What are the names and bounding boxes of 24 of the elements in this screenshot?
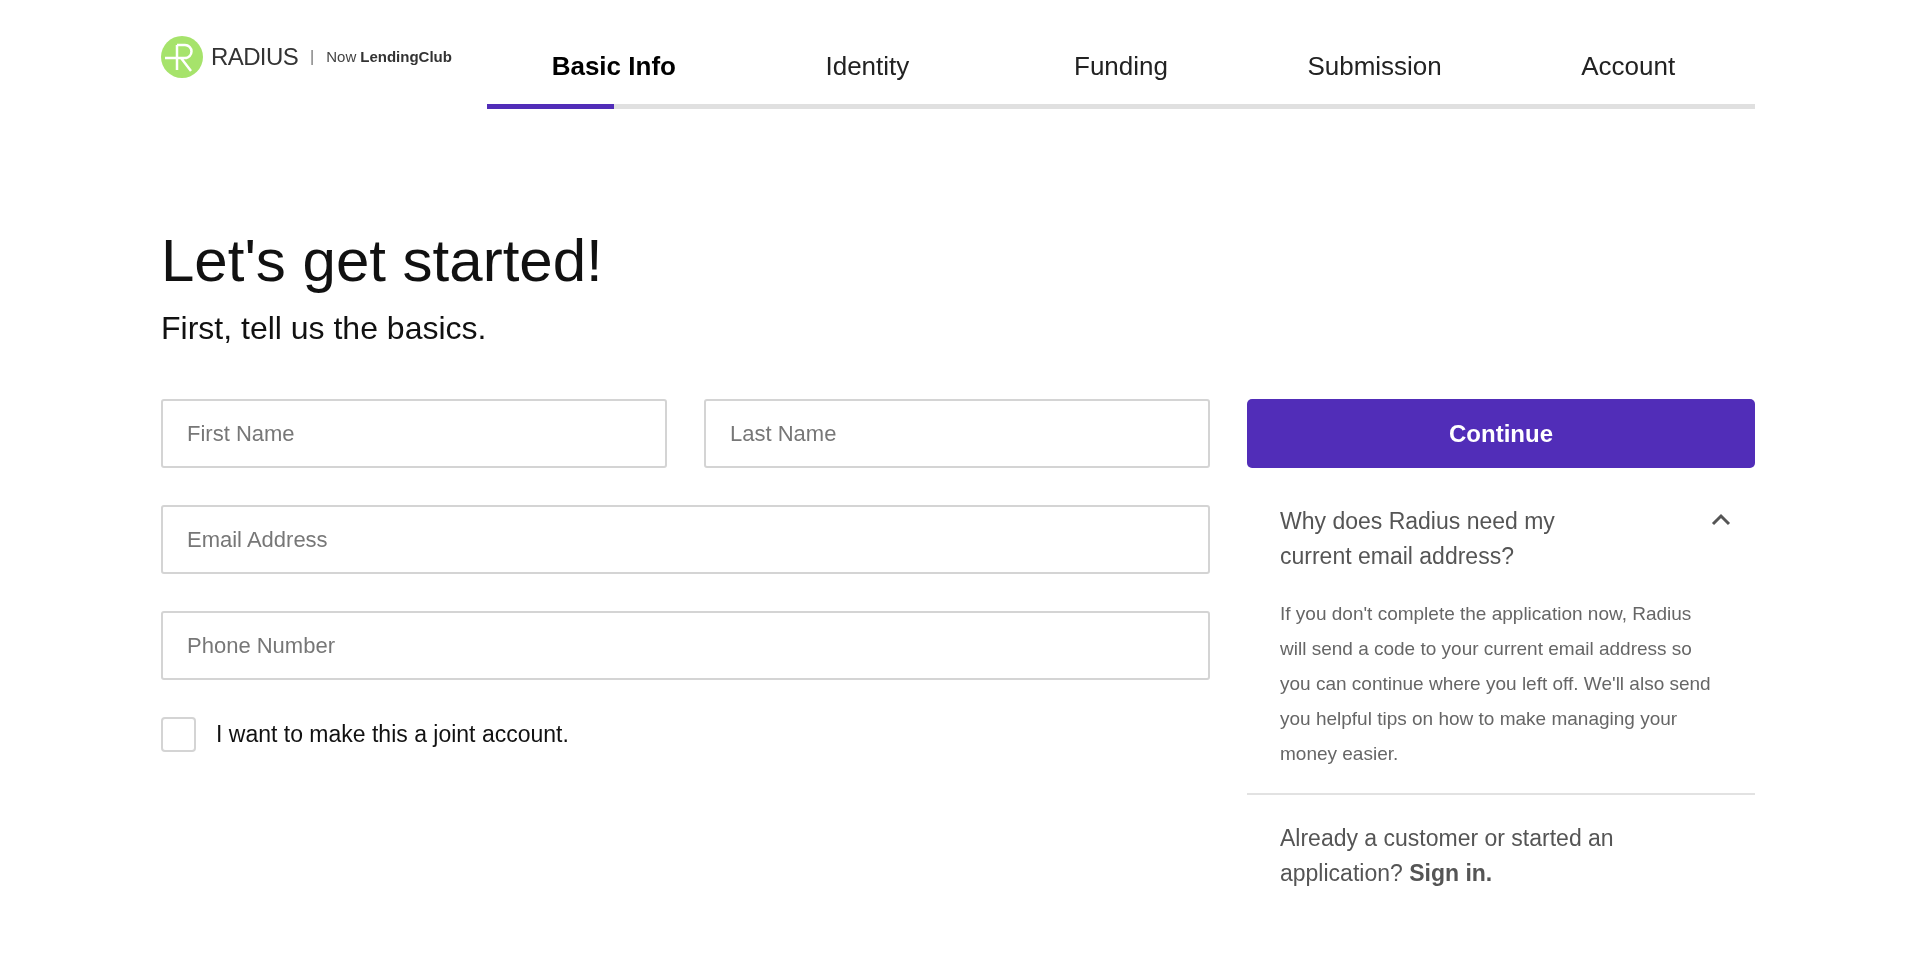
tagline-brand: LendingClub [360,46,452,67]
step-tab[interactable]: Submission [1247,46,1502,86]
page-title: Let's get started! [161,226,604,296]
chevron-icon[interactable] [1710,512,1732,526]
sign-in-prompt: Already a customer or started an application? Sign in. [1279,824,1615,888]
step-tab[interactable]: Basic Info [487,46,741,86]
tagline-prefix: Now [326,46,357,67]
text-field[interactable]: Email Address [161,505,1210,574]
checkbox[interactable] [161,717,196,752]
faq-answer: If you don't complete the application now, Radius will send a code to your current email address so you can continue where you left off. We'll also send you helpful tips on how to make managing your money easier. [1280,602,1712,766]
brand-name: RADIUS [211,42,299,72]
step-tab[interactable]: Identity [740,46,995,86]
text-field[interactable]: Phone Number [161,611,1210,680]
faq-question[interactable]: Why does Radius need my current email address? [1280,504,1610,574]
continue-button[interactable]: Continue [1247,399,1755,468]
step-tab[interactable]: Funding [994,46,1248,86]
logo-icon [161,36,203,78]
checkbox-label: I want to make this a joint account. [216,720,569,750]
text-field[interactable]: First Name [161,399,667,468]
page-subtitle: First, tell us the basics. [161,309,488,348]
text-field[interactable]: Last Name [704,399,1210,468]
brand-separator: | [310,47,315,67]
step-tab[interactable]: Account [1501,46,1755,86]
sign-in-link[interactable]: Sign in. [1409,860,1493,886]
